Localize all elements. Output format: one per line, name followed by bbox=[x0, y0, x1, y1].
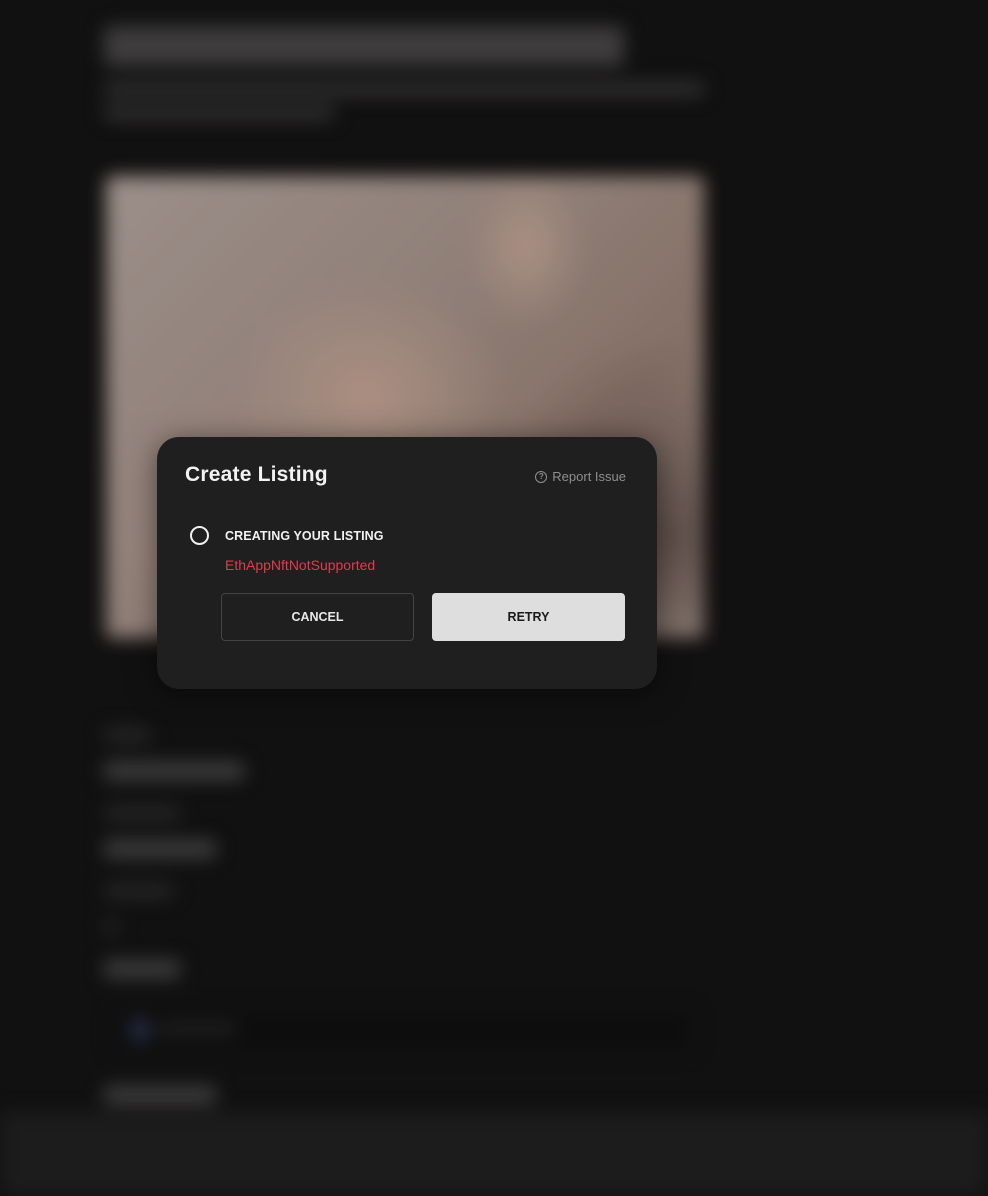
report-issue-label: Report Issue bbox=[552, 469, 626, 484]
cancel-button[interactable]: CANCEL bbox=[221, 593, 414, 641]
error-message: EthAppNftNotSupported bbox=[225, 557, 376, 573]
help-circle-icon: ? bbox=[535, 470, 548, 483]
retry-button[interactable]: RETRY bbox=[432, 593, 625, 641]
page: Create Listing ? Report Issue CREATING Y… bbox=[0, 0, 988, 1196]
report-issue-link[interactable]: ? Report Issue bbox=[535, 469, 626, 484]
step-label: CREATING YOUR LISTING bbox=[225, 529, 384, 543]
step-status-icon bbox=[190, 526, 209, 545]
create-listing-modal: Create Listing ? Report Issue CREATING Y… bbox=[157, 437, 657, 689]
modal-title: Create Listing bbox=[185, 463, 328, 486]
